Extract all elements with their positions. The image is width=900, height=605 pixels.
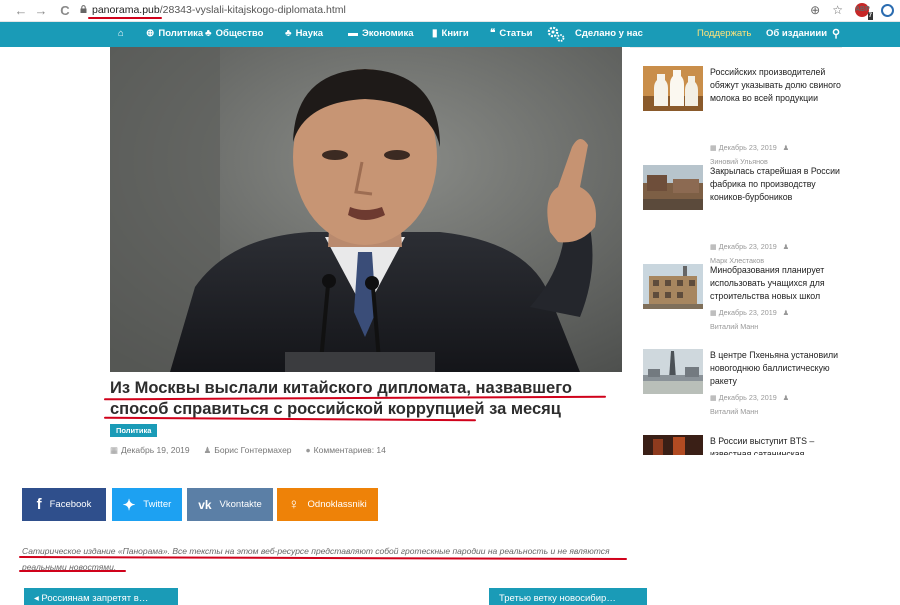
category-badge[interactable]: Политика <box>110 424 158 437</box>
support-link[interactable]: Поддержать <box>697 28 751 39</box>
article-date[interactable]: ▦ Декабрь 19, 2019 <box>110 445 190 456</box>
nav-item-society[interactable]: ♣ Общество <box>205 28 263 39</box>
prev-article-button[interactable]: ◂ Россиянам запретят в… <box>24 588 178 605</box>
nav-item-articles[interactable]: ❝ Статьи <box>490 28 533 39</box>
calendar-icon: ▦ <box>110 445 119 455</box>
calendar-icon: ▦ <box>710 242 717 251</box>
sidebar-post[interactable]: Закрылась старейшая в России фабрика по … <box>643 165 900 265</box>
search-icon[interactable]: ⚲ <box>832 27 840 40</box>
sidebar-latest-posts: Российских производителей обяжут указыва… <box>643 47 900 455</box>
sidebar-post-title[interactable]: В России выступит BTS – известная сатани… <box>710 435 843 455</box>
share-facebook-button[interactable]: f Facebook <box>22 488 106 521</box>
home-icon[interactable]: ⌂ <box>118 28 124 39</box>
address-bar[interactable]: panorama.pub/28343-vyslali-kitajskogo-di… <box>92 4 346 16</box>
sidebar-post-thumbnail[interactable] <box>643 435 703 455</box>
nav-item-science[interactable]: ♣ Наука <box>285 28 323 39</box>
nav-item-books[interactable]: ▮ Книги <box>432 28 469 39</box>
next-article-button[interactable]: Третью ветку новосибир… <box>489 588 647 605</box>
browser-toolbar: ← → C panorama.pub/28343-vyslali-kitajsk… <box>0 0 900 22</box>
user-icon: ♟ <box>203 445 212 455</box>
nav-item-economy[interactable]: ▬ Экономика <box>348 28 414 39</box>
comment-icon: ● <box>305 445 311 455</box>
lock-icon <box>80 5 87 13</box>
article-hero-image <box>110 47 622 372</box>
url-domain: panorama.pub <box>92 4 160 16</box>
user-icon: ♟ <box>782 393 790 402</box>
sidebar-post-thumbnail[interactable] <box>643 66 703 111</box>
money-icon: ▬ <box>348 28 358 39</box>
sidebar-post-meta: ▦ Декабрь 23, 2019 ♟ Виталий Манн <box>710 393 790 416</box>
sidebar-post[interactable]: В центре Пхеньяна установили новогоднюю … <box>643 349 900 439</box>
sidebar-post[interactable]: Минобразования планирует использовать уч… <box>643 264 900 354</box>
sidebar-post[interactable]: В России выступит BTS – известная сатани… <box>643 435 900 455</box>
facebook-icon: f <box>36 496 42 513</box>
calendar-icon: ▦ <box>710 308 717 317</box>
quote-icon: ❝ <box>490 28 496 39</box>
people-icon: ♣ <box>205 28 212 39</box>
back-icon[interactable]: ← <box>10 3 32 18</box>
extension-icon[interactable] <box>881 3 894 17</box>
nav-item-made-here[interactable]: Сделано у нас <box>575 28 643 39</box>
calendar-icon: ▦ <box>710 143 717 152</box>
twitter-icon: ✦ <box>122 496 136 514</box>
book-icon: ▮ <box>432 28 438 39</box>
nav-item-politics[interactable]: ⊕ Политика <box>146 28 203 39</box>
url-path: /28343-vyslali-kitajskogo-diplomata.html <box>159 4 346 16</box>
sidebar-post-thumbnail[interactable] <box>643 264 703 309</box>
article-meta: ▦ Декабрь 19, 2019 ♟ Борис Гонтермахер ● Ко… <box>110 445 386 456</box>
user-icon: ♟ <box>782 242 790 251</box>
user-icon: ♟ <box>782 308 790 317</box>
flask-icon: ♣ <box>285 28 292 39</box>
article-comments[interactable]: ● Комментариев: 14 <box>306 445 386 456</box>
sidebar-post-title[interactable]: В центре Пхеньяна установили новогоднюю … <box>710 349 843 389</box>
share-twitter-button[interactable]: ✦ Twitter <box>112 488 182 521</box>
forward-icon[interactable]: → <box>30 3 52 18</box>
sidebar-post[interactable]: Российских производителей обяжут указыва… <box>643 66 900 166</box>
article-author[interactable]: ♟ Борис Гонтермахер <box>204 445 292 456</box>
sidebar-post-title[interactable]: Российских производителей обяжут указыва… <box>710 66 843 106</box>
annotation-underline <box>19 570 126 572</box>
vk-icon: vk <box>198 497 212 512</box>
calendar-icon: ▦ <box>710 393 717 402</box>
extension-badge-count: 7 <box>867 12 873 20</box>
main-nav: ⌂ ⊕ Политика ♣ Общество ♣ Наука ▬ Экономика … <box>0 22 900 47</box>
globe-icon: ⊕ <box>146 28 155 39</box>
sidebar-post-title[interactable]: Минобразования планирует использовать уч… <box>710 264 843 304</box>
sidebar-post-thumbnail[interactable] <box>643 349 703 394</box>
gear-icon <box>547 26 565 42</box>
sidebar-post-thumbnail[interactable] <box>643 165 703 210</box>
share-odnoklassniki-button[interactable]: ♀ Odnoklassniki <box>277 488 378 521</box>
sidebar-post-meta: ▦ Декабрь 23, 2019 ♟ Виталий Манн <box>710 308 790 331</box>
bookmark-star-icon[interactable]: ☆ <box>832 3 843 17</box>
zoom-icon[interactable]: ⊕ <box>810 3 820 17</box>
reload-icon[interactable]: C <box>54 3 76 18</box>
adblock-extension-icon[interactable]: ABP 7 <box>855 3 873 20</box>
odnoklassniki-icon: ♀ <box>288 496 300 513</box>
share-vkontakte-button[interactable]: vk Vkontakte <box>187 488 273 521</box>
about-link[interactable]: Об изданиии <box>766 28 827 39</box>
user-icon: ♟ <box>782 143 790 152</box>
sidebar-post-title[interactable]: Закрылась старейшая в России фабрика по … <box>710 165 843 205</box>
